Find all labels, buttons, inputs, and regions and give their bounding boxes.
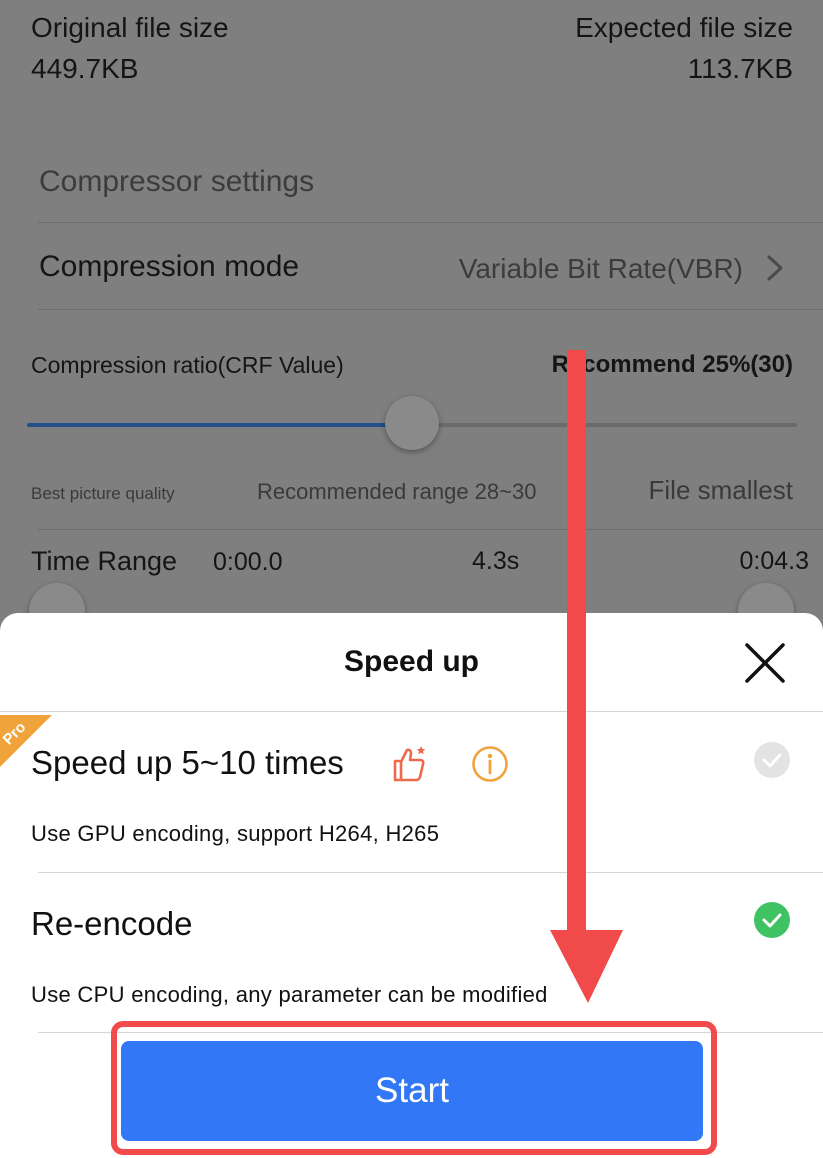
option-speed-up[interactable]: Pro Speed up 5~10 times Use GPU encoding… bbox=[0, 712, 823, 871]
original-size-value: 449.7KB bbox=[31, 53, 139, 84]
compression-slider-thumb[interactable] bbox=[385, 396, 439, 450]
compression-mode-row[interactable]: Compression mode Variable Bit Rate(VBR) bbox=[0, 223, 823, 309]
divider bbox=[38, 309, 823, 310]
hint-best-quality: Best picture quality bbox=[31, 484, 175, 503]
compression-ratio-label: Compression ratio(CRF Value) bbox=[31, 352, 344, 378]
section-title: Compressor settings bbox=[39, 165, 315, 198]
info-icon[interactable] bbox=[471, 745, 509, 783]
option-re-encode-title: Re-encode bbox=[31, 905, 193, 942]
compression-ratio-recommend: Recommend 25%(30) bbox=[551, 351, 793, 378]
divider bbox=[38, 529, 823, 530]
thumbs-up-icon bbox=[393, 746, 426, 782]
original-size-label: Original file size bbox=[31, 12, 229, 43]
compression-mode-value: Variable Bit Rate(VBR) bbox=[458, 253, 743, 284]
expected-size-value: 113.7KB bbox=[687, 53, 793, 84]
time-range-label: Time Range bbox=[31, 546, 178, 576]
close-icon[interactable] bbox=[744, 642, 786, 684]
option-re-encode[interactable]: Re-encode Use CPU encoding, any paramete… bbox=[0, 873, 823, 1032]
chevron-right-icon bbox=[767, 255, 783, 281]
sheet-title: Speed up bbox=[343, 645, 479, 678]
compression-mode-label: Compression mode bbox=[39, 250, 300, 283]
expected-size-label: Expected file size bbox=[575, 12, 793, 43]
sheet-divider bbox=[38, 1032, 823, 1033]
option-re-encode-description: Use CPU encoding, any parameter can be m… bbox=[31, 982, 548, 1007]
time-end: 0:04.3 bbox=[739, 547, 809, 575]
option-speed-up-description: Use GPU encoding, support H264, H265 bbox=[31, 821, 440, 846]
check-icon bbox=[762, 753, 782, 768]
compression-slider-fill bbox=[27, 423, 412, 427]
check-icon bbox=[762, 913, 782, 928]
hint-file-smallest: File smallest bbox=[648, 475, 793, 505]
start-button[interactable]: Start bbox=[121, 1041, 703, 1141]
option-speed-up-checkmark bbox=[754, 742, 790, 778]
time-duration: 4.3s bbox=[472, 547, 520, 575]
hint-recommended-range: Recommended range 28~30 bbox=[257, 479, 537, 504]
option-speed-up-title: Speed up 5~10 times bbox=[31, 744, 344, 781]
time-start: 0:00.0 bbox=[213, 548, 283, 576]
option-re-encode-checkmark bbox=[754, 902, 790, 938]
